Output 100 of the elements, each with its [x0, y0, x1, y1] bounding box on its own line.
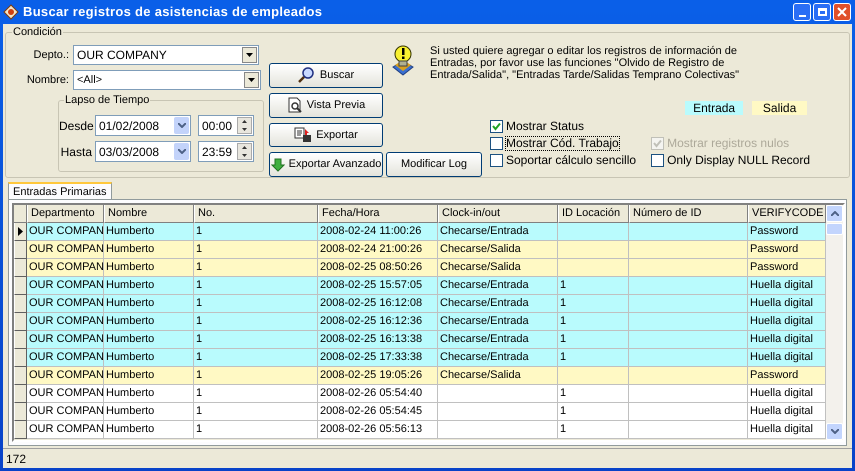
column-header[interactable]: Número de ID	[629, 205, 748, 223]
button[interactable]: Buscar	[269, 63, 383, 88]
table-cell: Password	[748, 367, 826, 385]
row-header[interactable]	[14, 223, 27, 241]
table-cell: Password	[748, 259, 826, 277]
row-header[interactable]	[14, 403, 27, 421]
table-cell: Humberto	[104, 295, 194, 313]
time-field[interactable]: 00:00	[198, 115, 254, 136]
table-cell: Huella digital	[748, 277, 826, 295]
table-cell: OUR COMPAN	[27, 295, 104, 313]
table-cell: OUR COMPAN	[27, 349, 104, 367]
table-cell: 1	[194, 295, 318, 313]
row-header[interactable]	[14, 367, 27, 385]
table-cell: OUR COMPAN	[27, 421, 104, 439]
checkbox[interactable]	[490, 136, 503, 150]
table-cell: 2008-02-25 16:13:38	[318, 331, 438, 349]
row-header[interactable]	[14, 259, 27, 277]
table-cell: 2008-02-25 16:12:08	[318, 295, 438, 313]
date-picker[interactable]: 01/02/2008	[95, 115, 191, 136]
magnifier-icon	[298, 67, 316, 84]
row-header[interactable]	[14, 349, 27, 367]
table-cell: Huella digital	[748, 349, 826, 367]
table-cell: Huella digital	[748, 331, 826, 349]
checkbox-label: Mostrar Cód. Trabajo	[505, 136, 620, 150]
table-cell: 1	[194, 241, 318, 259]
row-header[interactable]	[14, 313, 27, 331]
column-header[interactable]: Fecha/Hora	[318, 205, 438, 223]
scroll-thumb[interactable]	[826, 223, 843, 235]
lightbulb-icon	[391, 45, 415, 77]
table-cell: Huella digital	[748, 295, 826, 313]
table-cell: 1	[194, 223, 318, 241]
table-cell: Checarse/Salida	[438, 241, 558, 259]
table-cell: 2008-02-24 21:00:26	[318, 241, 438, 259]
dropdown[interactable]: OUR COMPANY	[73, 45, 259, 65]
table-cell: OUR COMPAN	[27, 403, 104, 421]
row-header[interactable]	[14, 385, 27, 403]
table-cell: OUR COMPAN	[27, 331, 104, 349]
table-cell: 1	[194, 421, 318, 439]
table-cell: 1	[194, 385, 318, 403]
button[interactable]: Exportar Avanzado	[269, 152, 383, 177]
close-button[interactable]	[833, 3, 851, 21]
checkbox-label: Mostrar Status	[505, 118, 586, 134]
table-cell: OUR COMPAN	[27, 259, 104, 277]
date-picker[interactable]: 03/03/2008	[95, 141, 191, 162]
table-cell: Humberto	[104, 403, 194, 421]
scroll-up-button[interactable]	[826, 205, 843, 222]
column-header[interactable]: Departmento	[27, 205, 104, 223]
caret-icon	[246, 53, 253, 57]
spin-buttons[interactable]	[237, 143, 252, 160]
checkbox[interactable]	[651, 154, 664, 166]
button[interactable]: Exportar	[269, 122, 383, 148]
field-label: Desde	[59, 118, 95, 134]
table-cell: Humberto	[104, 241, 194, 259]
table-cell: 2008-02-24 11:00:26	[318, 223, 438, 241]
close-icon	[837, 7, 847, 17]
tab[interactable]: Entradas Primarias	[8, 182, 112, 199]
checkbox-label: Soportar cálculo sencillo	[505, 152, 638, 168]
column-header[interactable]: ID Locación	[558, 205, 629, 223]
table-cell: 1	[558, 331, 629, 349]
table-cell	[558, 259, 629, 277]
field-label: Hasta	[60, 144, 93, 160]
column-header[interactable]: Nombre	[104, 205, 194, 223]
dropdown[interactable]: <All>	[73, 70, 261, 90]
time-field[interactable]: 23:59	[198, 141, 254, 162]
table-cell: Password	[748, 241, 826, 259]
table-cell: 1	[194, 331, 318, 349]
table-cell: 2008-02-26 05:54:45	[318, 403, 438, 421]
row-header[interactable]	[14, 241, 27, 259]
row-header[interactable]	[14, 277, 27, 295]
table-cell: Humberto	[104, 421, 194, 439]
spin-buttons[interactable]	[237, 117, 252, 134]
checkbox[interactable]	[490, 154, 503, 166]
scroll-down-button[interactable]	[826, 423, 843, 440]
chevron-up-icon	[830, 211, 838, 216]
table-cell: Checarse/Entrada	[438, 313, 558, 331]
column-header[interactable]: Clock-in/out	[438, 205, 558, 223]
table-cell: Humberto	[104, 313, 194, 331]
table-cell: Huella digital	[748, 385, 826, 403]
column-header[interactable]: VERIFYCODE	[748, 205, 826, 223]
button[interactable]: Vista Previa	[269, 92, 383, 118]
maximize-button[interactable]	[813, 3, 831, 21]
row-header[interactable]	[14, 421, 27, 439]
table-cell: 2008-02-25 08:50:26	[318, 259, 438, 277]
row-header[interactable]	[14, 295, 27, 313]
dropdown-button[interactable]	[244, 72, 259, 88]
dropdown-button[interactable]	[242, 47, 257, 63]
table-cell: 1	[194, 403, 318, 421]
table-cell: Humberto	[104, 331, 194, 349]
minimize-button[interactable]	[793, 3, 811, 21]
down-arrow-icon	[270, 158, 285, 172]
table-cell: Password	[748, 223, 826, 241]
row-header[interactable]	[14, 331, 27, 349]
app-icon	[3, 4, 19, 20]
column-header[interactable]: No.	[194, 205, 318, 223]
checkbox[interactable]	[490, 120, 503, 132]
scrollbar[interactable]	[826, 205, 843, 440]
table-cell: 2008-02-25 19:05:26	[318, 367, 438, 385]
modify-log-button[interactable]: Modificar Log	[386, 152, 482, 177]
field-label: Nombre:	[26, 72, 70, 88]
legend-swatch: Salida	[752, 101, 808, 115]
